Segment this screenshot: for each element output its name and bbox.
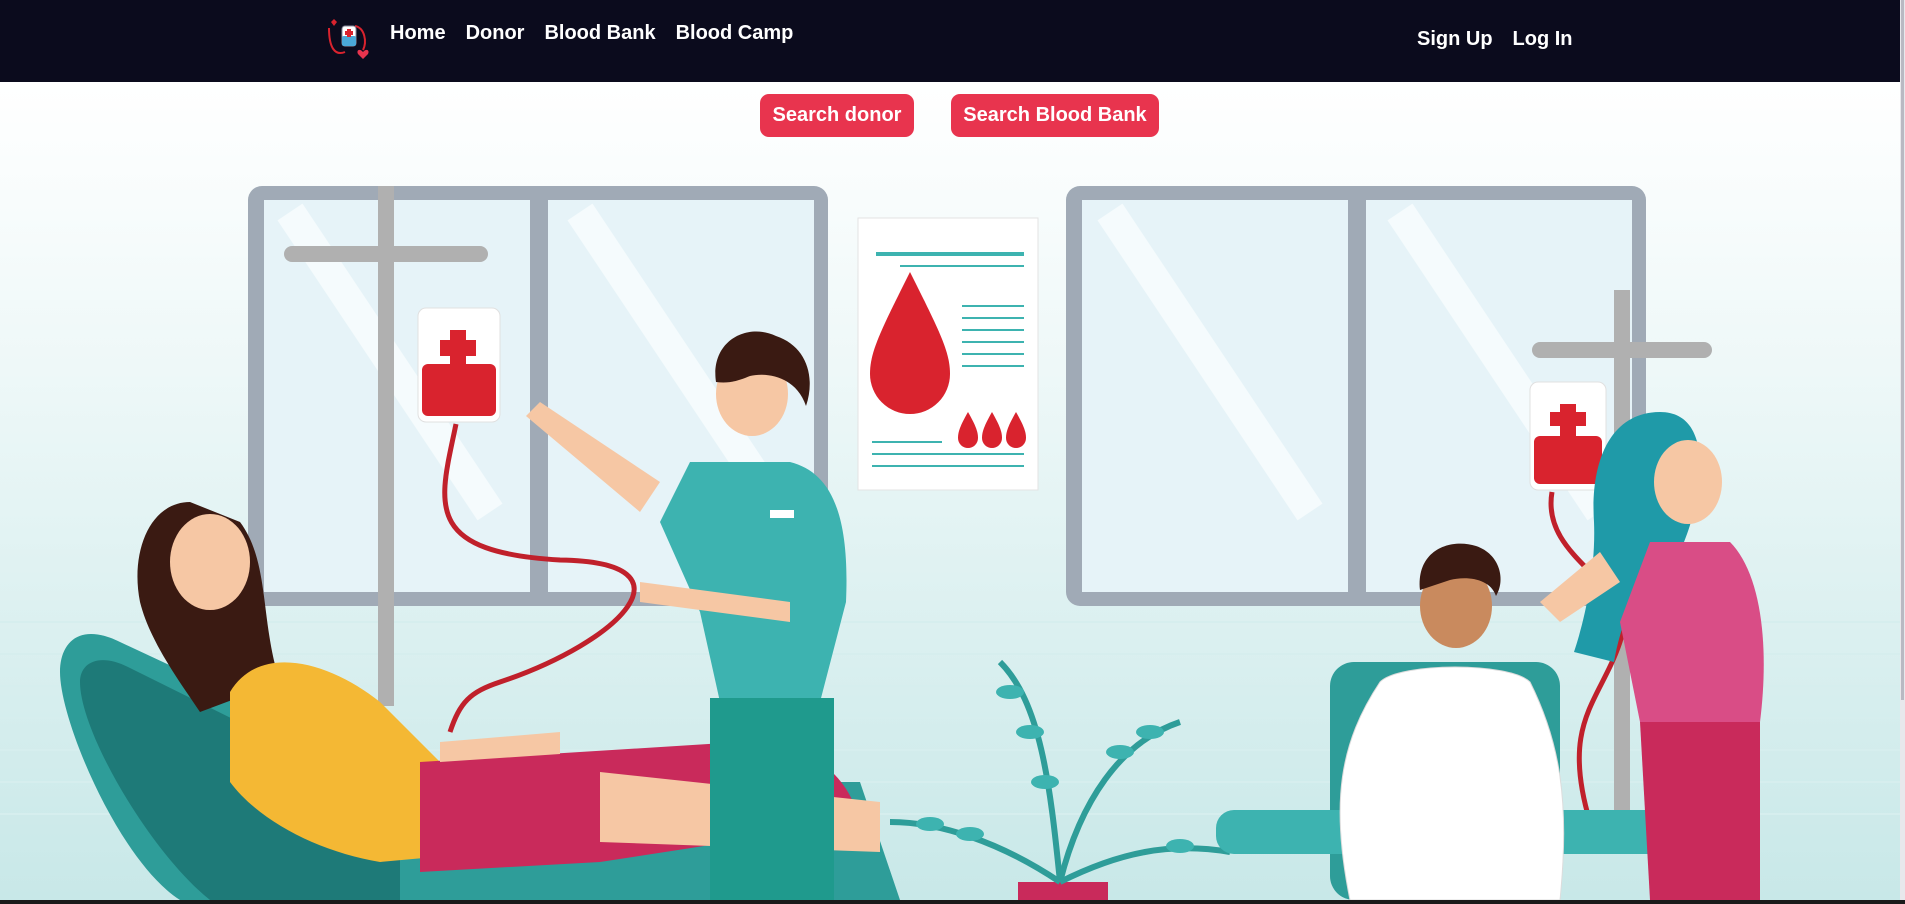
blood-donation-clinic-illustration	[0, 82, 1900, 900]
blood-donation-logo-icon[interactable]	[325, 18, 371, 62]
nav-link-home[interactable]: Home	[390, 22, 446, 45]
signup-link[interactable]: Sign Up	[1417, 28, 1493, 51]
scrollbar-thumb[interactable]	[1901, 0, 1904, 700]
nav-link-blood-camp[interactable]: Blood Camp	[676, 22, 794, 45]
auth-links: Sign Up Log In	[1417, 28, 1573, 51]
nav-link-blood-bank[interactable]: Blood Bank	[544, 22, 655, 45]
hero-illustration	[0, 82, 1900, 900]
top-navbar: Home Donor Blood Bank Blood Camp Sign Up…	[0, 0, 1900, 82]
search-blood-bank-button[interactable]: Search Blood Bank	[951, 94, 1159, 137]
login-link[interactable]: Log In	[1513, 28, 1573, 51]
page-bottom-edge	[0, 900, 1905, 904]
search-donor-button[interactable]: Search donor	[760, 94, 914, 137]
main-nav: Home Donor Blood Bank Blood Camp	[390, 22, 793, 45]
nav-link-donor[interactable]: Donor	[466, 22, 525, 45]
